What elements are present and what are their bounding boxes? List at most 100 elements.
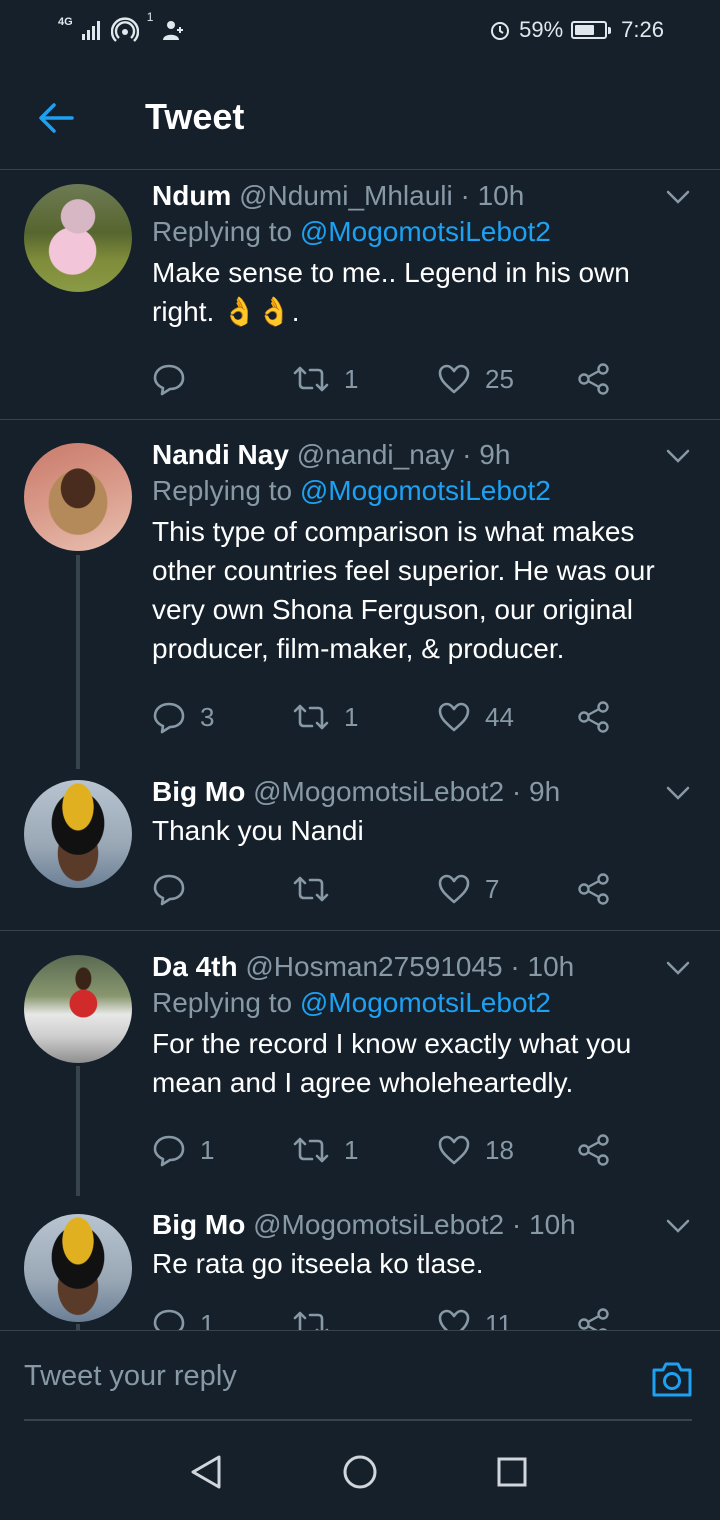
like-button[interactable]: 11 (437, 1304, 512, 1330)
share-button[interactable] (577, 1130, 611, 1170)
tweet-header: Nandi Nay @nandi_nay · 9h (152, 438, 697, 472)
reply-input[interactable] (24, 1351, 604, 1401)
app-bar: Tweet (0, 62, 720, 170)
retweet-button[interactable] (292, 869, 344, 909)
tweet-time: · 10h (460, 180, 525, 211)
battery-percent: 59% (519, 17, 564, 42)
author-name[interactable]: Da 4th (152, 951, 238, 982)
author-name[interactable]: Big Mo (152, 1209, 245, 1240)
share-icon (578, 873, 609, 905)
author-name[interactable]: Nandi Nay (152, 439, 289, 470)
retweet-icon (293, 876, 329, 902)
tweet-item[interactable]: Da 4th @Hosman27591045 · 10h Replying to… (0, 931, 720, 1196)
reply-icon (153, 364, 185, 396)
author-name[interactable]: Big Mo (152, 776, 245, 807)
mention-link[interactable]: @MogomotsiLebot2 (300, 987, 551, 1018)
share-icon (578, 701, 609, 733)
tweet-actions: 1 11 (152, 1304, 632, 1330)
reply-count: 1 (200, 1308, 215, 1331)
thread-line (76, 555, 80, 769)
tweet-time: · 10h (510, 951, 575, 982)
hotspot-icon (110, 17, 139, 42)
avatar[interactable] (24, 443, 132, 551)
share-button[interactable] (577, 1304, 611, 1330)
reply-feed[interactable]: Ndum @Ndumi_Mhlauli · 10h Replying to @M… (0, 171, 720, 1330)
like-button[interactable]: 44 (437, 697, 514, 737)
network-type: 4G (58, 16, 73, 28)
like-count: 18 (485, 1134, 514, 1165)
retweet-count: 1 (344, 363, 359, 394)
thread-line (76, 1066, 80, 1196)
tweet-text: Thank you Nandi (152, 815, 364, 846)
status-icons-right: 59% 7:26 (489, 14, 664, 46)
camera-icon[interactable] (650, 1359, 694, 1399)
replying-to: Replying to @MogomotsiLebot2 (152, 472, 697, 510)
nav-back-button[interactable] (186, 1452, 226, 1492)
tweet-header: Big Mo @MogomotsiLebot2 · 10h (152, 1208, 697, 1242)
tweet-text: For the record I know exactly what you m… (152, 1028, 632, 1098)
author-handle[interactable]: @MogomotsiLebot2 (253, 776, 504, 807)
share-button[interactable] (577, 359, 611, 399)
tweet-item[interactable]: Ndum @Ndumi_Mhlauli · 10h Replying to @M… (0, 171, 720, 419)
like-button[interactable]: 18 (437, 1130, 514, 1170)
retweet-count: 1 (344, 701, 359, 732)
author-handle[interactable]: @Hosman27591045 (245, 951, 502, 982)
reply-button[interactable]: 1 (152, 1304, 214, 1330)
avatar[interactable] (24, 955, 132, 1063)
author-handle[interactable]: @MogomotsiLebot2 (253, 1209, 504, 1240)
mention-link[interactable]: @MogomotsiLebot2 (300, 216, 551, 247)
reply-icon (153, 702, 185, 734)
avatar[interactable] (24, 780, 132, 888)
mention-link[interactable]: @MogomotsiLebot2 (300, 475, 551, 506)
like-button[interactable]: 25 (437, 359, 514, 399)
notification-count: 1 (146, 10, 154, 24)
retweet-button[interactable] (292, 1304, 344, 1330)
input-underline (24, 1419, 692, 1421)
nav-recents-button[interactable] (492, 1452, 532, 1492)
like-count: 7 (485, 873, 500, 904)
circle-home-icon (343, 1455, 377, 1489)
heart-icon (438, 702, 470, 732)
chevron-down-icon[interactable] (664, 1212, 692, 1240)
tweet-header: Da 4th @Hosman27591045 · 10h (152, 950, 697, 984)
replying-label: Replying to (152, 216, 293, 247)
replying-to: Replying to @MogomotsiLebot2 (152, 984, 697, 1022)
author-handle[interactable]: @Ndumi_Mhlauli (239, 180, 453, 211)
heart-icon (438, 364, 470, 394)
share-button[interactable] (577, 869, 611, 909)
tweet-actions: 3 1 44 (152, 697, 632, 737)
back-button[interactable] (28, 90, 84, 146)
retweet-button[interactable]: 1 (292, 697, 358, 737)
chevron-down-icon[interactable] (664, 779, 692, 807)
tweet-actions: 7 (152, 869, 632, 909)
tweet-header: Ndum @Ndumi_Mhlauli · 10h (152, 179, 697, 213)
share-button[interactable] (577, 697, 611, 737)
reply-button[interactable] (152, 359, 200, 399)
nav-home-button[interactable] (340, 1452, 380, 1492)
reply-button[interactable] (152, 869, 200, 909)
reply-count: 1 (200, 1134, 215, 1165)
reply-button[interactable]: 1 (152, 1130, 214, 1170)
reply-button[interactable]: 3 (152, 697, 214, 737)
retweet-button[interactable]: 1 (292, 359, 358, 399)
like-button[interactable]: 7 (437, 869, 499, 909)
avatar[interactable] (24, 1214, 132, 1322)
chevron-down-icon[interactable] (664, 442, 692, 470)
replying-to: Replying to @MogomotsiLebot2 (152, 213, 697, 251)
tweet-item[interactable]: Nandi Nay @nandi_nay · 9h Replying to @M… (0, 420, 720, 769)
tweet-item[interactable]: Big Mo @MogomotsiLebot2 · 9h Thank you N… (0, 755, 720, 929)
chevron-down-icon[interactable] (664, 183, 692, 211)
author-name[interactable]: Ndum (152, 180, 231, 211)
person-add-icon (163, 21, 184, 40)
share-icon (578, 1308, 609, 1330)
chevron-down-icon[interactable] (664, 954, 692, 982)
share-icon (578, 1134, 609, 1166)
tweet-text: This type of comparison is what makes ot… (152, 516, 655, 664)
retweet-button[interactable]: 1 (292, 1130, 358, 1170)
author-handle[interactable]: @nandi_nay (297, 439, 455, 470)
avatar[interactable] (24, 184, 132, 292)
retweet-icon (293, 1311, 329, 1330)
reply-count: 3 (200, 701, 215, 732)
tweet-time: · 9h (511, 776, 561, 807)
tweet-item[interactable]: Big Mo @MogomotsiLebot2 · 10h Re rata go… (0, 1186, 720, 1330)
